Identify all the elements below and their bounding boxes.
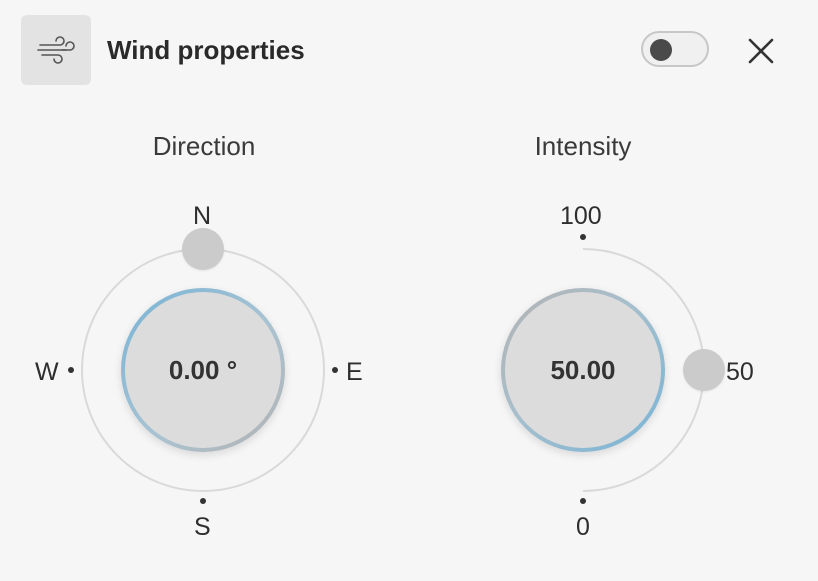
compass-south-label: S [194,513,211,541]
intensity-max-label: 100 [560,202,602,230]
compass-east-label: E [346,358,363,386]
compass-west-dot [68,367,74,373]
intensity-mid-label: 50 [726,358,754,386]
compass-north-label: N [193,202,212,230]
intensity-max-dot [580,234,586,240]
direction-ring [81,248,705,492]
wind-properties-panel: Wind properties Direction N E S W 0.00 °… [0,0,818,581]
compass-east-dot [332,367,338,373]
intensity-label: Intensity [534,131,632,161]
intensity-value: 50.00 [550,354,616,385]
direction-handle[interactable] [182,228,224,270]
compass-west-label: W [35,358,59,386]
compass-south-dot [200,498,206,504]
intensity-min-label: 0 [576,513,590,541]
intensity-handle[interactable] [683,349,725,391]
intensity-min-dot [580,498,586,504]
direction-value: 0.00 ° [168,354,238,385]
